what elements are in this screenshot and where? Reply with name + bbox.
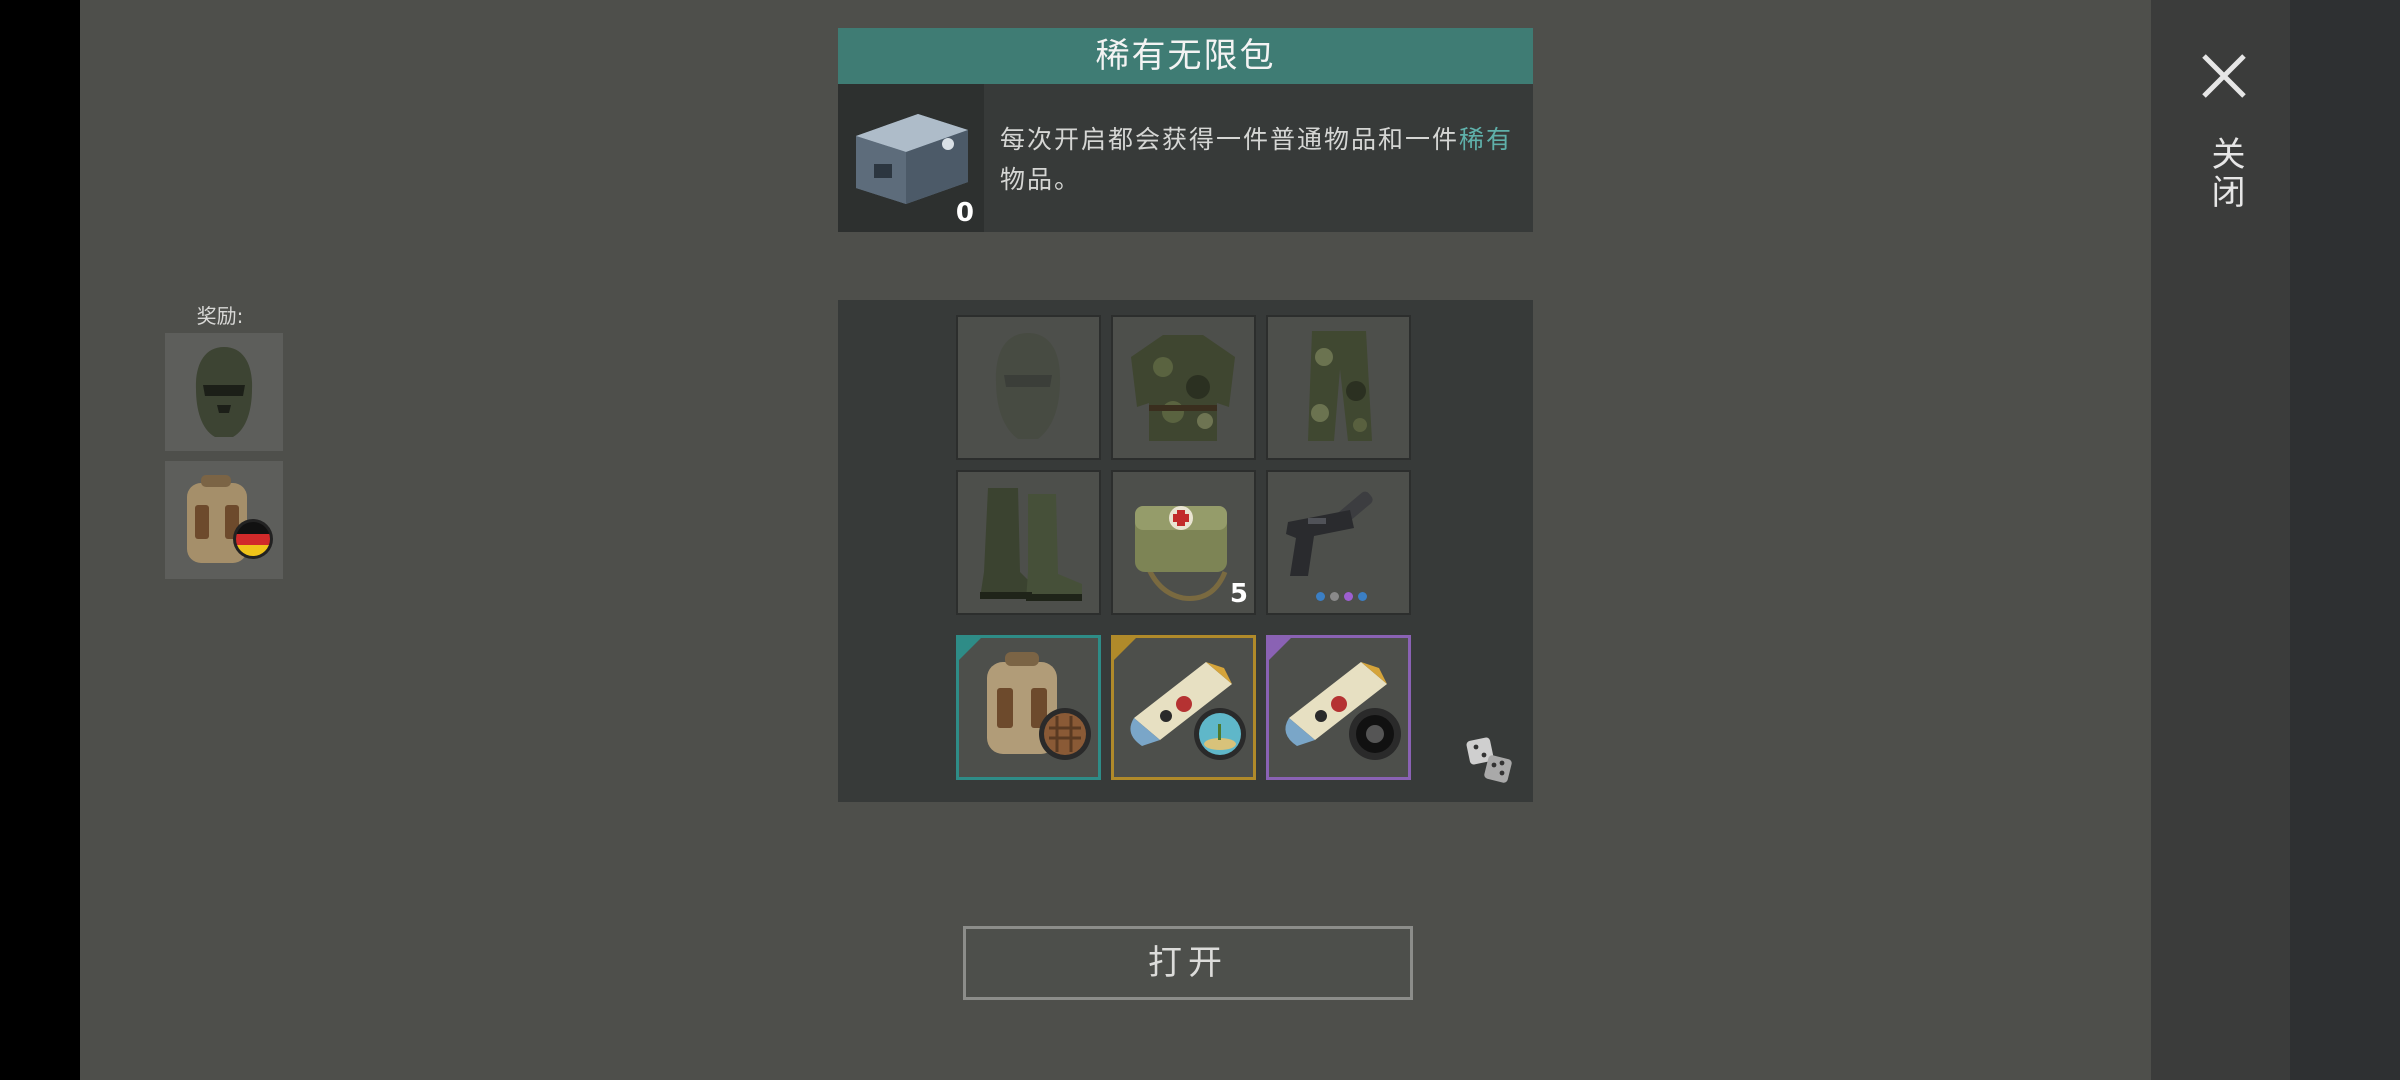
left-letterbox [0,0,80,1080]
open-button[interactable]: 打开 [963,926,1413,1000]
reward-slot-balaclava[interactable] [165,333,283,451]
pack-description: 每次开启都会获得一件普通物品和一件稀有物品。 [1000,120,1525,200]
combat-boots-icon [980,488,1082,601]
description-text-2: 物品。 [1000,165,1082,194]
rarity-dot [1358,592,1367,601]
item-slot-rare-backpack[interactable] [956,635,1101,780]
pack-title: 稀有无限包 [838,28,1533,84]
item-slot-rare-blueprint-wheel[interactable] [1266,635,1411,780]
item-slot-rare-blueprint-island[interactable] [1111,635,1256,780]
balaclava-icon [195,347,253,437]
pack-count: 0 [955,198,974,228]
description-rare-text: 稀有 [1459,125,1514,154]
backpack-germany-flag-icon [187,475,273,563]
camo-pants-icon [1308,331,1372,441]
item-slot-medical-bag[interactable]: 5 [1111,470,1256,615]
close-button[interactable]: 关闭 [2175,40,2270,240]
item-slot-combat-boots[interactable] [956,470,1101,615]
rarity-dot [1344,592,1353,601]
rarity-corner-gold [1114,638,1136,660]
item-grid-panel: 5 [838,300,1533,802]
rarity-corner-purple [1269,638,1291,660]
item-slot-silenced-pistol[interactable] [1266,470,1411,615]
weapon-rarity-dots [1316,592,1367,601]
right-letterbox [2290,0,2400,1080]
dice-icon[interactable] [1466,735,1514,787]
item-slot-camo-jacket[interactable] [1111,315,1256,460]
close-icon [2202,54,2246,98]
camo-jacket-icon [1131,335,1235,441]
rarity-dot [1330,592,1339,601]
medical-bag-count: 5 [1229,579,1248,609]
description-text-1: 每次开启都会获得一件普通物品和一件 [1000,125,1460,154]
pack-thumbnail: 0 [838,84,984,232]
rarity-corner-teal [959,638,981,660]
close-label: 关闭 [2205,136,2245,212]
balaclava-icon [995,333,1061,439]
reward-slot-backpack[interactable] [165,461,283,579]
item-slot-balaclava[interactable] [956,315,1101,460]
rarity-dot [1316,592,1325,601]
rewards-label: 奖励: [196,304,244,328]
pack-info-box: 0 每次开启都会获得一件普通物品和一件稀有物品。 [838,84,1533,232]
item-slot-camo-pants[interactable] [1266,315,1411,460]
